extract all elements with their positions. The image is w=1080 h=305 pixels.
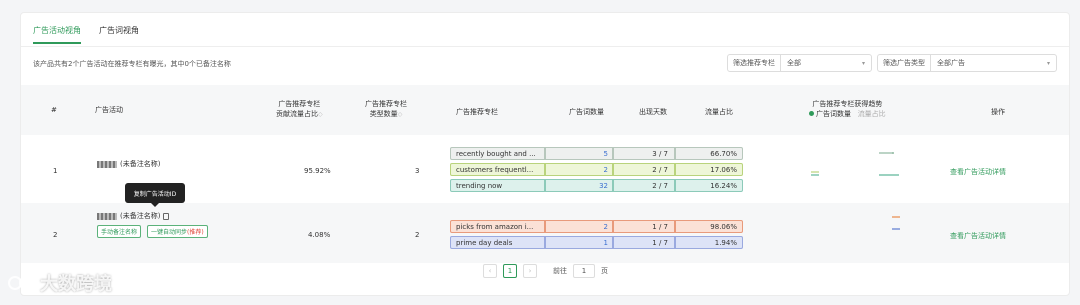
tab-keyword-view[interactable]: 广告词视角	[99, 25, 139, 44]
view-campaign-detail-link[interactable]: 查看广告活动详情	[950, 231, 1006, 241]
col-traffic[interactable]: 广告推荐专栏 贡献流量占比◇	[276, 99, 323, 120]
page-unit-label: 页	[601, 267, 608, 275]
placement-row: prime day deals 1 1 / 7 1.94%	[450, 236, 743, 249]
placement-share: 1.94%	[675, 236, 743, 249]
placement-filter-label: 筛选推荐专栏	[728, 55, 781, 71]
ad-type-filter-label: 筛选广告类型	[878, 55, 931, 71]
watermark: 大数跨境	[6, 270, 112, 296]
days-count: 2 / 7	[613, 179, 675, 192]
legend-share[interactable]: 流量占比	[858, 110, 886, 118]
placement-row: trending now 32 2 / 7 16.24%	[450, 179, 743, 192]
placement-name: prime day deals	[450, 236, 545, 249]
pagination: ‹ 1 › 前往 1 页	[483, 264, 608, 278]
placement-name: trending now	[450, 179, 545, 192]
col-action: 操作	[991, 108, 1005, 116]
page-button-current[interactable]: 1	[503, 264, 517, 278]
col-types-line1: 广告推荐专栏	[365, 100, 407, 108]
table-row: 2 (未备注名称) 手动备注名称 一键自动同步(推荐) 4.08% 2 pick…	[21, 203, 1069, 263]
view-campaign-detail-link[interactable]: 查看广告活动详情	[950, 167, 1006, 177]
col-days: 出现天数	[639, 108, 667, 116]
summary-text: 该产品共有2个广告活动在推荐专栏有曝光，其中0个已备注名称	[33, 60, 231, 68]
keyword-count: 32	[545, 179, 613, 192]
traffic-share: 95.92%	[304, 167, 331, 175]
col-campaign: 广告活动	[95, 106, 123, 114]
legend-dot	[809, 111, 814, 116]
col-trend-title: 广告推荐专栏获得趋势	[812, 100, 883, 108]
sort-icon: ◇	[397, 111, 403, 118]
col-index: #	[51, 106, 57, 114]
placement-row: customers frequentl... 2 2 / 7 17.06%	[450, 163, 743, 176]
copy-icon[interactable]	[163, 212, 170, 220]
col-placement: 广告推荐专栏	[456, 108, 498, 116]
chevron-left-icon[interactable]: ‹	[483, 264, 497, 278]
type-count: 2	[415, 231, 420, 239]
days-count: 3 / 7	[613, 147, 675, 160]
watermark-text: 大数跨境	[40, 274, 112, 295]
goto-label: 前往	[553, 267, 567, 275]
placement-filter-value: 全部	[787, 59, 801, 67]
chevron-right-icon[interactable]: ›	[523, 264, 537, 278]
placement-share: 16.24%	[675, 179, 743, 192]
col-keyword-count: 广告词数量	[569, 108, 604, 116]
col-types[interactable]: 广告推荐专栏 类型数量◇	[365, 99, 407, 120]
ad-type-filter-value: 全部广告	[937, 59, 965, 67]
campaign-card: 广告活动视角 广告词视角 该产品共有2个广告活动在推荐专栏有曝光，其中0个已备注…	[20, 12, 1070, 296]
placement-share: 17.06%	[675, 163, 743, 176]
goto-page-input[interactable]: 1	[573, 264, 595, 278]
keyword-count: 2	[545, 163, 613, 176]
col-share: 流量占比	[705, 108, 733, 116]
chevron-down-icon: ▾	[861, 59, 865, 67]
placement-row: recently bought and ... 5 3 / 7 66.70%	[450, 147, 743, 160]
placement-share: 66.70%	[675, 147, 743, 160]
trend-sparkline	[892, 216, 900, 230]
tab-divider	[21, 46, 1069, 47]
placement-row: picks from amazon i... 2 1 / 7 98.06%	[450, 220, 743, 233]
days-count: 1 / 7	[613, 236, 675, 249]
col-trend: 广告推荐专栏获得趋势 广告词数量 流量占比	[809, 99, 886, 119]
auto-sync-label: 一键自动同步	[151, 229, 188, 236]
watermark-logo-icon	[8, 276, 33, 290]
placement-filter[interactable]: 筛选推荐专栏 全部 ▾	[727, 54, 872, 72]
auto-sync-button[interactable]: 一键自动同步(推荐)	[147, 225, 208, 238]
sparkline-point	[892, 152, 894, 154]
ad-type-filter[interactable]: 筛选广告类型 全部广告 ▾	[877, 54, 1057, 72]
redacted-name	[97, 212, 117, 220]
placement-name: picks from amazon i...	[450, 220, 545, 233]
type-count: 3	[415, 167, 420, 175]
traffic-share: 4.08%	[308, 231, 331, 239]
table-header: # 广告活动 广告推荐专栏 贡献流量占比◇ 广告推荐专栏 类型数量◇ 广告推荐专…	[21, 85, 1069, 135]
campaign-name: (未备注名称)	[97, 211, 170, 221]
redacted-name	[97, 160, 117, 168]
row-index: 2	[53, 231, 58, 239]
view-tabs: 广告活动视角 广告词视角	[33, 25, 139, 44]
manual-note-button[interactable]: 手动备注名称	[97, 225, 142, 238]
days-count: 2 / 7	[613, 163, 675, 176]
trend-sparkline	[811, 152, 899, 176]
col-types-line2: 类型数量	[369, 110, 398, 118]
col-traffic-line1: 广告推荐专栏	[278, 100, 321, 108]
col-traffic-line2: 贡献流量占比	[276, 110, 318, 118]
chevron-down-icon: ▾	[1046, 59, 1050, 67]
campaign-name: (未备注名称)	[97, 159, 160, 169]
keyword-count: 2	[545, 220, 613, 233]
placement-share: 98.06%	[675, 220, 743, 233]
recommended-label: (推荐)	[187, 229, 204, 236]
row-index: 1	[53, 167, 58, 175]
placement-name: customers frequentl...	[450, 163, 545, 176]
legend-keyword-count[interactable]: 广告词数量	[816, 110, 851, 118]
sort-icon: ◇	[318, 111, 323, 118]
days-count: 1 / 7	[613, 220, 675, 233]
keyword-count: 5	[545, 147, 613, 160]
placement-name: recently bought and ...	[450, 147, 545, 160]
copy-id-tooltip: 复制广告活动ID	[125, 183, 185, 207]
keyword-count: 1	[545, 236, 613, 249]
tab-campaign-view[interactable]: 广告活动视角	[33, 25, 81, 44]
